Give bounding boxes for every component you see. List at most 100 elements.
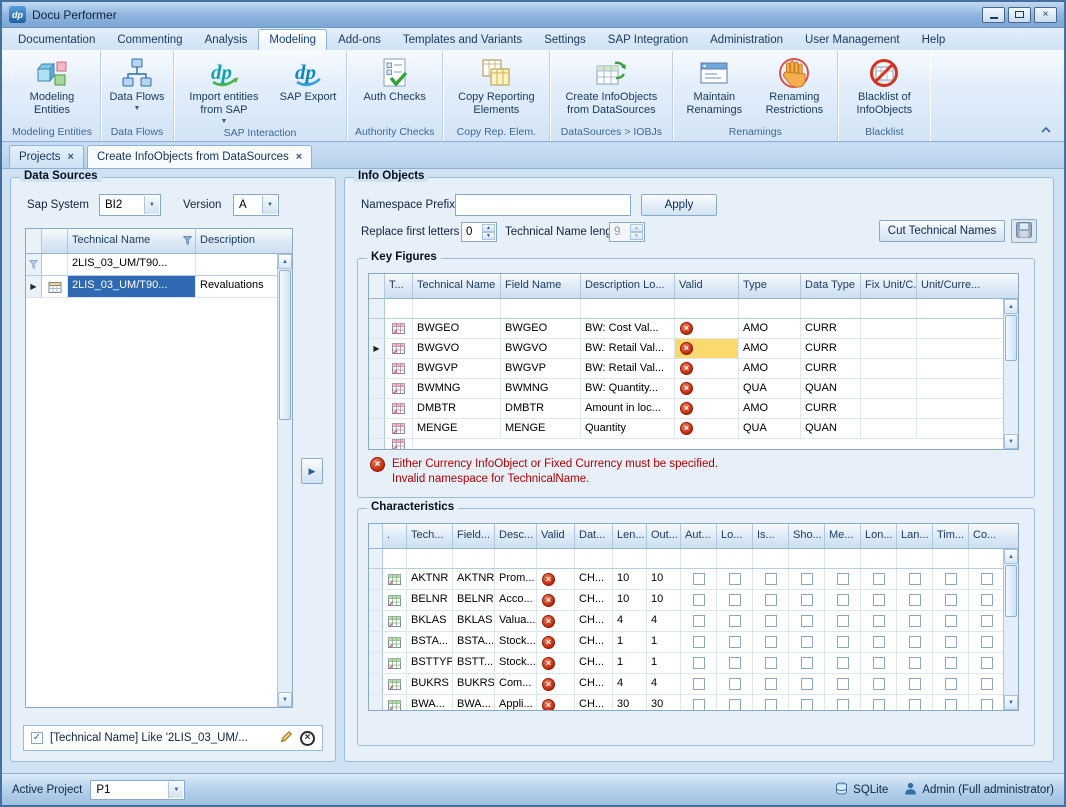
- filter-enabled-checkbox[interactable]: ✓: [31, 732, 43, 744]
- document-tab-create-infoobjects-from-datasources[interactable]: Create InfoObjects from DataSources×: [87, 145, 312, 168]
- minimize-button[interactable]: [982, 7, 1005, 23]
- checkbox-unchecked[interactable]: [873, 657, 885, 669]
- dropdown-arrow-icon[interactable]: ▼: [262, 196, 277, 214]
- active-project-combo[interactable]: P1 ▼: [90, 780, 185, 800]
- kf-filter-cell[interactable]: [675, 299, 739, 318]
- key-figure-row[interactable]: BWGEOBWGEOBW: Cost Val...×AMOCURR: [369, 319, 1018, 339]
- scroll-down-icon[interactable]: ▼: [278, 692, 292, 707]
- checkbox-unchecked[interactable]: [801, 615, 813, 627]
- ribbon-tab-modeling[interactable]: Modeling: [258, 29, 327, 50]
- clear-filter-icon[interactable]: ×: [300, 731, 315, 746]
- scroll-up-icon[interactable]: ▲: [1004, 549, 1018, 564]
- ch-column-header-co[interactable]: Co...: [969, 524, 1019, 548]
- scroll-down-icon[interactable]: ▼: [1004, 695, 1018, 710]
- characteristic-row[interactable]: BKLASBKLASValua...×CH...44: [369, 611, 1018, 632]
- scroll-thumb[interactable]: [279, 270, 291, 420]
- spinner-arrows[interactable]: ▲▼: [482, 224, 495, 240]
- ch-filter-cell[interactable]: [407, 549, 453, 568]
- ch-column-header-is[interactable]: Is...: [753, 524, 789, 548]
- checkbox-unchecked[interactable]: [801, 699, 813, 711]
- renaming-restrictions-button[interactable]: Renaming Restrictions: [754, 53, 834, 119]
- checkbox-unchecked[interactable]: [945, 636, 957, 648]
- checkbox-unchecked[interactable]: [693, 615, 705, 627]
- ds-filter-icon-cell[interactable]: [42, 254, 68, 275]
- characteristic-row[interactable]: BSTTYPBSTT...Stock...×CH...11: [369, 653, 1018, 674]
- ch-filter-cell[interactable]: [647, 549, 681, 568]
- checkbox-unchecked[interactable]: [837, 594, 849, 606]
- checkbox-unchecked[interactable]: [909, 573, 921, 585]
- cut-technical-names-button[interactable]: Cut Technical Names: [879, 220, 1005, 242]
- kf-filter-cell[interactable]: [801, 299, 861, 318]
- ds-filter-description[interactable]: [196, 254, 279, 275]
- copy-reporting-elements-button[interactable]: Copy Reporting Elements: [446, 53, 546, 119]
- checkbox-unchecked[interactable]: [873, 594, 885, 606]
- characteristic-row[interactable]: AKTNRAKTNRProm...×CH...1010: [369, 569, 1018, 590]
- checkbox-unchecked[interactable]: [837, 636, 849, 648]
- checkbox-unchecked[interactable]: [945, 594, 957, 606]
- checkbox-unchecked[interactable]: [873, 573, 885, 585]
- checkbox-unchecked[interactable]: [693, 678, 705, 690]
- ch-filter-cell[interactable]: [575, 549, 613, 568]
- ds-column-header-description[interactable]: Description: [196, 229, 293, 253]
- kf-column-header-type[interactable]: Type: [739, 274, 801, 298]
- characteristic-row[interactable]: BSTA...BSTA...Stock...×CH...11: [369, 632, 1018, 653]
- checkbox-unchecked[interactable]: [837, 678, 849, 690]
- ribbon-tab-administration[interactable]: Administration: [699, 29, 794, 50]
- kf-filter-cell[interactable]: [861, 299, 917, 318]
- ch-filter-cell[interactable]: [383, 549, 407, 568]
- ribbon-tab-documentation[interactable]: Documentation: [7, 29, 106, 50]
- checkbox-unchecked[interactable]: [801, 573, 813, 585]
- sap-export-button[interactable]: dp SAP Export: [273, 53, 343, 106]
- checkbox-unchecked[interactable]: [693, 699, 705, 711]
- checkbox-unchecked[interactable]: [945, 699, 957, 711]
- checkbox-unchecked[interactable]: [693, 594, 705, 606]
- close-tab-icon[interactable]: ×: [68, 152, 74, 163]
- checkbox-unchecked[interactable]: [801, 657, 813, 669]
- checkbox-unchecked[interactable]: [873, 636, 885, 648]
- dropdown-arrow-icon[interactable]: ▼: [144, 196, 159, 214]
- filter-expression[interactable]: [Technical Name] Like '2LIS_03_UM/...: [50, 732, 273, 744]
- blacklist-button[interactable]: Blacklist of InfoObjects: [841, 53, 927, 119]
- ds-column-header-technical-name[interactable]: Technical Name: [68, 229, 196, 253]
- maintain-renamings-button[interactable]: Maintain Renamings: [676, 53, 752, 119]
- key-figure-row[interactable]: BWMNGBWMNGBW: Quantity...×QUAQUAN: [369, 379, 1018, 399]
- spin-up-icon[interactable]: ▲: [482, 224, 495, 232]
- maximize-button[interactable]: [1008, 7, 1031, 23]
- checkbox-unchecked[interactable]: [981, 594, 993, 606]
- checkbox-unchecked[interactable]: [801, 678, 813, 690]
- kf-grid-scrollbar[interactable]: ▲ ▼: [1003, 299, 1018, 449]
- database-indicator[interactable]: SQLite: [835, 782, 888, 798]
- key-figure-row[interactable]: DMBTRDMBTRAmount in loc...×AMOCURR: [369, 399, 1018, 419]
- kf-column-header-unit-curre[interactable]: Unit/Curre...: [917, 274, 1019, 298]
- ch-filter-cell[interactable]: [825, 549, 861, 568]
- kf-column-header-valid[interactable]: Valid: [675, 274, 739, 298]
- checkbox-unchecked[interactable]: [729, 636, 741, 648]
- datasource-row[interactable]: ▶ 2LIS_03_UM/T90... Revaluations: [26, 276, 292, 298]
- checkbox-unchecked[interactable]: [981, 615, 993, 627]
- data-flows-button[interactable]: Data Flows ▼: [104, 53, 170, 114]
- checkbox-unchecked[interactable]: [801, 636, 813, 648]
- checkbox-unchecked[interactable]: [909, 678, 921, 690]
- kf-column-header-technical-name[interactable]: Technical Name: [413, 274, 501, 298]
- ch-filter-cell[interactable]: [753, 549, 789, 568]
- ch-column-header-out[interactable]: Out...: [647, 524, 681, 548]
- ch-filter-cell[interactable]: [969, 549, 1005, 568]
- ch-column-header-lan[interactable]: Lan...: [897, 524, 933, 548]
- checkbox-unchecked[interactable]: [765, 636, 777, 648]
- kf-column-header-data-type[interactable]: Data Type: [801, 274, 861, 298]
- checkbox-unchecked[interactable]: [981, 699, 993, 711]
- checkbox-unchecked[interactable]: [981, 573, 993, 585]
- ch-filter-cell[interactable]: [717, 549, 753, 568]
- document-tab-projects[interactable]: Projects×: [9, 145, 84, 168]
- checkbox-unchecked[interactable]: [945, 573, 957, 585]
- ch-column-header-lon[interactable]: Lon...: [861, 524, 897, 548]
- filter-funnel-icon[interactable]: [183, 236, 192, 248]
- ch-column-header-valid[interactable]: Valid: [537, 524, 575, 548]
- ch-filter-cell[interactable]: [933, 549, 969, 568]
- ch-grid-scrollbar[interactable]: ▲ ▼: [1003, 549, 1018, 710]
- ch-filter-cell[interactable]: [861, 549, 897, 568]
- ds-filter-technical-name[interactable]: 2LIS_03_UM/T90...: [68, 254, 196, 275]
- key-figure-row[interactable]: BWGVPBWGVPBW: Retail Val...×AMOCURR: [369, 359, 1018, 379]
- ribbon-tab-help[interactable]: Help: [911, 29, 957, 50]
- ribbon-collapse-button[interactable]: [1038, 122, 1054, 136]
